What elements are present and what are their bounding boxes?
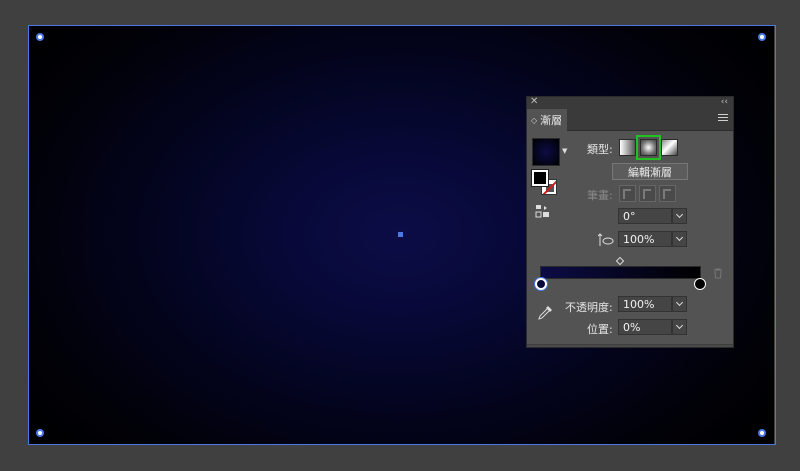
swap-fill-stroke-icon[interactable] bbox=[535, 204, 551, 218]
selection-center-point bbox=[398, 232, 403, 237]
panel-titlebar: ✕ ‹‹ bbox=[527, 95, 733, 109]
fill-stroke-swatches[interactable] bbox=[531, 169, 558, 196]
tab-gradient-label: 漸層 bbox=[540, 114, 563, 127]
linear-gradient-button[interactable] bbox=[619, 139, 636, 156]
chevron-down-icon[interactable]: ▼ bbox=[562, 147, 567, 155]
opacity-dropdown-button[interactable] bbox=[672, 296, 687, 312]
opacity-label: 不透明度: bbox=[565, 301, 613, 314]
gradient-stop-start[interactable] bbox=[535, 278, 547, 290]
close-icon[interactable]: ✕ bbox=[530, 95, 538, 109]
location-dropdown-button[interactable] bbox=[672, 319, 687, 335]
fill-swatch[interactable] bbox=[531, 169, 549, 187]
location-label: 位置: bbox=[587, 323, 613, 336]
stroke-label: 筆畫: bbox=[587, 189, 613, 202]
opacity-input[interactable]: 100% bbox=[618, 296, 672, 312]
resize-handle-bottom-left[interactable] bbox=[36, 429, 44, 437]
stroke-along-button[interactable] bbox=[639, 185, 656, 202]
gradient-midpoint-slider[interactable] bbox=[615, 256, 625, 266]
stroke-across-button[interactable] bbox=[659, 185, 676, 202]
menu-icon[interactable] bbox=[718, 114, 728, 124]
collapse-icon[interactable]: ‹‹ bbox=[721, 95, 728, 109]
angle-dropdown-button[interactable] bbox=[672, 208, 687, 224]
aspect-ratio-dropdown-button[interactable] bbox=[672, 231, 687, 247]
edit-gradient-button[interactable]: 編輯漸層 bbox=[612, 163, 688, 180]
location-input[interactable]: 0% bbox=[618, 319, 672, 335]
angle-input[interactable]: 0° bbox=[618, 208, 672, 224]
freeform-gradient-button[interactable] bbox=[661, 139, 678, 156]
resize-handle-top-left[interactable] bbox=[36, 33, 44, 41]
gradient-preview-swatch[interactable] bbox=[532, 138, 560, 166]
panel-tabbar: ◇ 漸層 bbox=[527, 109, 733, 131]
aspect-ratio-icon bbox=[598, 233, 614, 246]
resize-handle-top-right[interactable] bbox=[758, 33, 766, 41]
tab-diamond-icon: ◇ bbox=[531, 115, 538, 125]
panel-resize-bar[interactable] bbox=[527, 344, 733, 347]
gradient-slider-bar[interactable] bbox=[540, 266, 701, 279]
aspect-ratio-input[interactable]: 100% bbox=[618, 231, 672, 247]
trash-icon[interactable] bbox=[713, 268, 723, 279]
stroke-within-button[interactable] bbox=[619, 185, 636, 202]
resize-handle-bottom-right[interactable] bbox=[758, 429, 766, 437]
gradient-panel: ✕ ‹‹ ◇ 漸層 ▼ 類型: 編輯漸層 筆畫: 0° 100% 不透明度: 1… bbox=[526, 96, 734, 348]
gradient-stop-end[interactable] bbox=[694, 278, 706, 290]
eyedropper-icon[interactable] bbox=[537, 305, 553, 321]
radial-gradient-button[interactable] bbox=[636, 135, 661, 160]
tab-gradient[interactable]: ◇ 漸層 bbox=[527, 109, 567, 131]
type-label: 類型: bbox=[587, 143, 613, 156]
